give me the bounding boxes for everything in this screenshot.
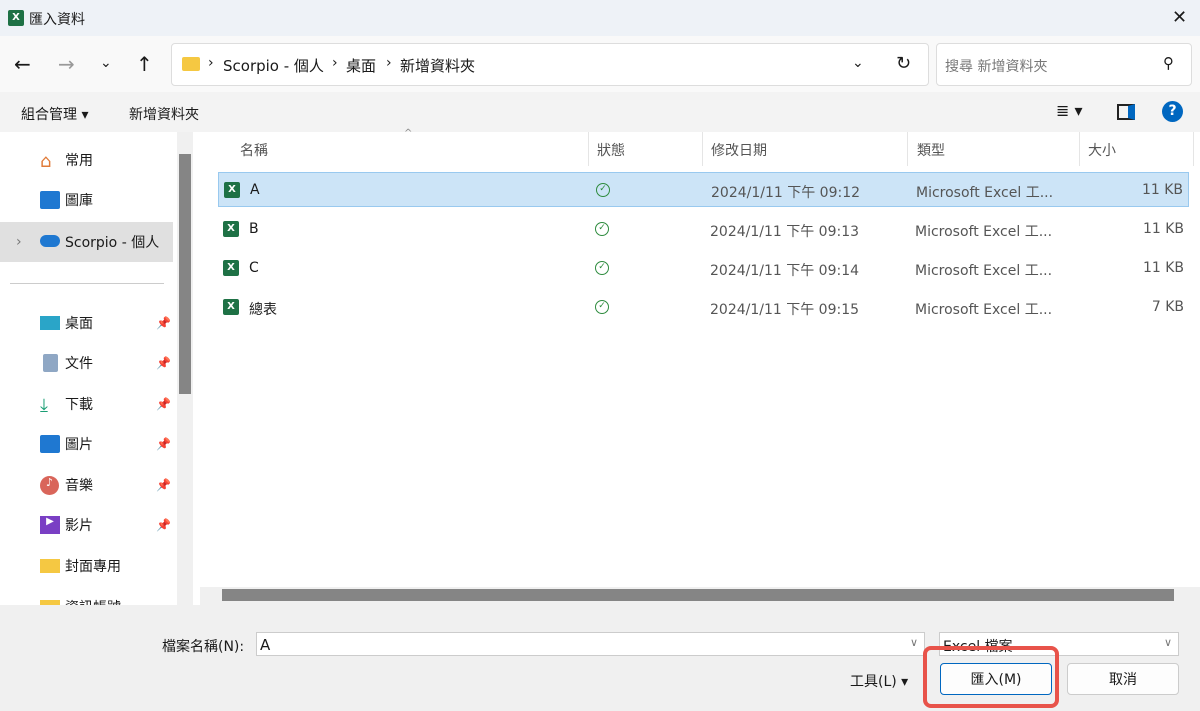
sidebar-item-desktop[interactable]: 桌面 📌 bbox=[0, 303, 173, 343]
title-bar: X 匯入資料 ✕ bbox=[0, 0, 1200, 36]
breadcrumb-item[interactable]: 桌面 bbox=[346, 55, 376, 76]
excel-icon: X bbox=[8, 10, 24, 26]
window-title: 匯入資料 bbox=[29, 12, 85, 28]
sidebar-item-onedrive[interactable]: › Scorpio - 個人 bbox=[0, 222, 173, 262]
sidebar-item-folder[interactable]: 封面專用 bbox=[0, 546, 173, 586]
sort-ascending-icon: ^ bbox=[404, 128, 413, 139]
sidebar-item-music[interactable]: ♪ 音樂 📌 bbox=[0, 465, 173, 505]
recent-locations-button[interactable]: ⌄ bbox=[100, 55, 112, 71]
sidebar-item-gallery[interactable]: 圖庫 bbox=[0, 180, 173, 220]
pin-icon[interactable]: 📌 bbox=[156, 518, 171, 532]
desktop-icon bbox=[40, 316, 60, 330]
excel-file-icon: X bbox=[224, 182, 240, 198]
up-button[interactable]: ↑ bbox=[136, 52, 153, 76]
file-row[interactable]: X A ✓ 2024/1/11 下午 09:12 Microsoft Excel… bbox=[218, 172, 1189, 207]
scrollbar-thumb[interactable] bbox=[179, 154, 191, 394]
help-icon[interactable]: ? bbox=[1162, 101, 1183, 122]
documents-icon bbox=[43, 354, 58, 372]
pin-icon[interactable]: 📌 bbox=[156, 478, 171, 492]
chevron-down-icon[interactable]: ∨ bbox=[910, 636, 918, 649]
dialog-footer: 檔案名稱(N): A ∨ Excel 檔案 ∨ 工具(L) ▾ 匯入(M) 取消 bbox=[0, 605, 1200, 711]
divider bbox=[10, 283, 164, 284]
tools-menu[interactable]: 工具(L) ▾ bbox=[850, 671, 908, 691]
sidebar-item-home[interactable]: ⌂ 常用 bbox=[0, 140, 173, 180]
pin-icon[interactable]: 📌 bbox=[156, 316, 171, 330]
file-row[interactable]: X B ✓ 2024/1/11 下午 09:13 Microsoft Excel… bbox=[218, 212, 1189, 247]
sidebar-scrollbar[interactable] bbox=[177, 132, 193, 605]
column-header-size[interactable]: 大小 bbox=[1088, 140, 1116, 160]
address-bar[interactable]: › Scorpio - 個人 › 桌面 › 新增資料夾 ⌄ ↻ bbox=[171, 43, 929, 86]
filename-label: 檔案名稱(N): bbox=[162, 639, 245, 655]
sidebar-item-videos[interactable]: ▶ 影片 📌 bbox=[0, 505, 173, 545]
horizontal-scrollbar[interactable] bbox=[200, 587, 1200, 605]
sidebar-item-downloads[interactable]: ⤓ 下載 📌 bbox=[0, 384, 173, 424]
column-header-type[interactable]: 類型 bbox=[917, 140, 945, 160]
excel-file-icon: X bbox=[223, 221, 239, 237]
gallery-icon bbox=[40, 191, 60, 209]
sync-status-icon: ✓ bbox=[595, 261, 609, 275]
pictures-icon bbox=[40, 435, 60, 453]
organize-menu[interactable]: 組合管理 ▾ bbox=[21, 104, 88, 124]
file-row[interactable]: X C ✓ 2024/1/11 下午 09:14 Microsoft Excel… bbox=[218, 251, 1189, 286]
sidebar-item-pictures[interactable]: 圖片 📌 bbox=[0, 424, 173, 464]
pin-icon[interactable]: 📌 bbox=[156, 437, 171, 451]
videos-icon: ▶ bbox=[40, 516, 60, 534]
search-icon[interactable]: ⚲ bbox=[1163, 54, 1174, 72]
sync-status-icon: ✓ bbox=[596, 183, 610, 197]
breadcrumb-item[interactable]: Scorpio - 個人 bbox=[223, 55, 324, 76]
cancel-button[interactable]: 取消 bbox=[1067, 663, 1179, 695]
back-button[interactable]: ← bbox=[14, 52, 31, 76]
scrollbar-thumb[interactable] bbox=[222, 589, 1174, 601]
music-icon: ♪ bbox=[40, 475, 59, 495]
sync-status-icon: ✓ bbox=[595, 300, 609, 314]
column-header-name[interactable]: 名稱 bbox=[240, 140, 268, 160]
view-menu-icon[interactable]: ≣ ▾ bbox=[1056, 101, 1083, 120]
filename-input[interactable]: A ∨ bbox=[256, 632, 925, 656]
chevron-down-icon[interactable]: ⌄ bbox=[852, 55, 864, 71]
download-icon: ⤓ bbox=[40, 395, 48, 416]
forward-button[interactable]: → bbox=[58, 52, 75, 76]
file-list: 名稱 ^ 狀態 修改日期 類型 大小 X A ✓ 2024/1/11 下午 09… bbox=[200, 128, 1200, 587]
excel-file-icon: X bbox=[223, 260, 239, 276]
column-header-status[interactable]: 狀態 bbox=[597, 140, 625, 160]
command-bar: 組合管理 ▾ 新增資料夾 ≣ ▾ ? bbox=[0, 92, 1200, 132]
close-button[interactable]: ✕ bbox=[1172, 7, 1187, 28]
navigation-pane: ⌂ 常用 圖庫 › Scorpio - 個人 桌面 📌 文件 📌 ⤓ 下載 📌 圖片 📌 ♪ 音… bbox=[0, 132, 175, 605]
folder-icon bbox=[40, 559, 60, 573]
new-folder-button[interactable]: 新增資料夾 bbox=[129, 104, 199, 124]
search-placeholder: 搜尋 新增資料夾 bbox=[945, 59, 1048, 75]
refresh-button[interactable]: ↻ bbox=[896, 53, 911, 74]
pin-icon[interactable]: 📌 bbox=[156, 356, 171, 370]
onedrive-icon bbox=[40, 235, 60, 247]
expand-chevron-icon[interactable]: › bbox=[16, 234, 22, 250]
sync-status-icon: ✓ bbox=[595, 222, 609, 236]
excel-file-icon: X bbox=[223, 299, 239, 315]
chevron-down-icon[interactable]: ∨ bbox=[1164, 636, 1172, 649]
sidebar-item-documents[interactable]: 文件 📌 bbox=[0, 343, 173, 383]
column-header-date[interactable]: 修改日期 bbox=[711, 140, 767, 160]
import-button[interactable]: 匯入(M) bbox=[940, 663, 1052, 695]
breadcrumb-item[interactable]: 新增資料夾 bbox=[400, 55, 475, 76]
sidebar-item-folder[interactable]: 資訊帳號 bbox=[0, 587, 173, 605]
file-row[interactable]: X 總表 ✓ 2024/1/11 下午 09:15 Microsoft Exce… bbox=[218, 290, 1189, 325]
pin-icon[interactable]: 📌 bbox=[156, 397, 171, 411]
folder-icon bbox=[182, 57, 200, 71]
home-icon: ⌂ bbox=[40, 151, 52, 172]
search-input[interactable]: 搜尋 新增資料夾 ⚲ bbox=[936, 43, 1192, 86]
preview-pane-icon[interactable] bbox=[1117, 104, 1135, 120]
